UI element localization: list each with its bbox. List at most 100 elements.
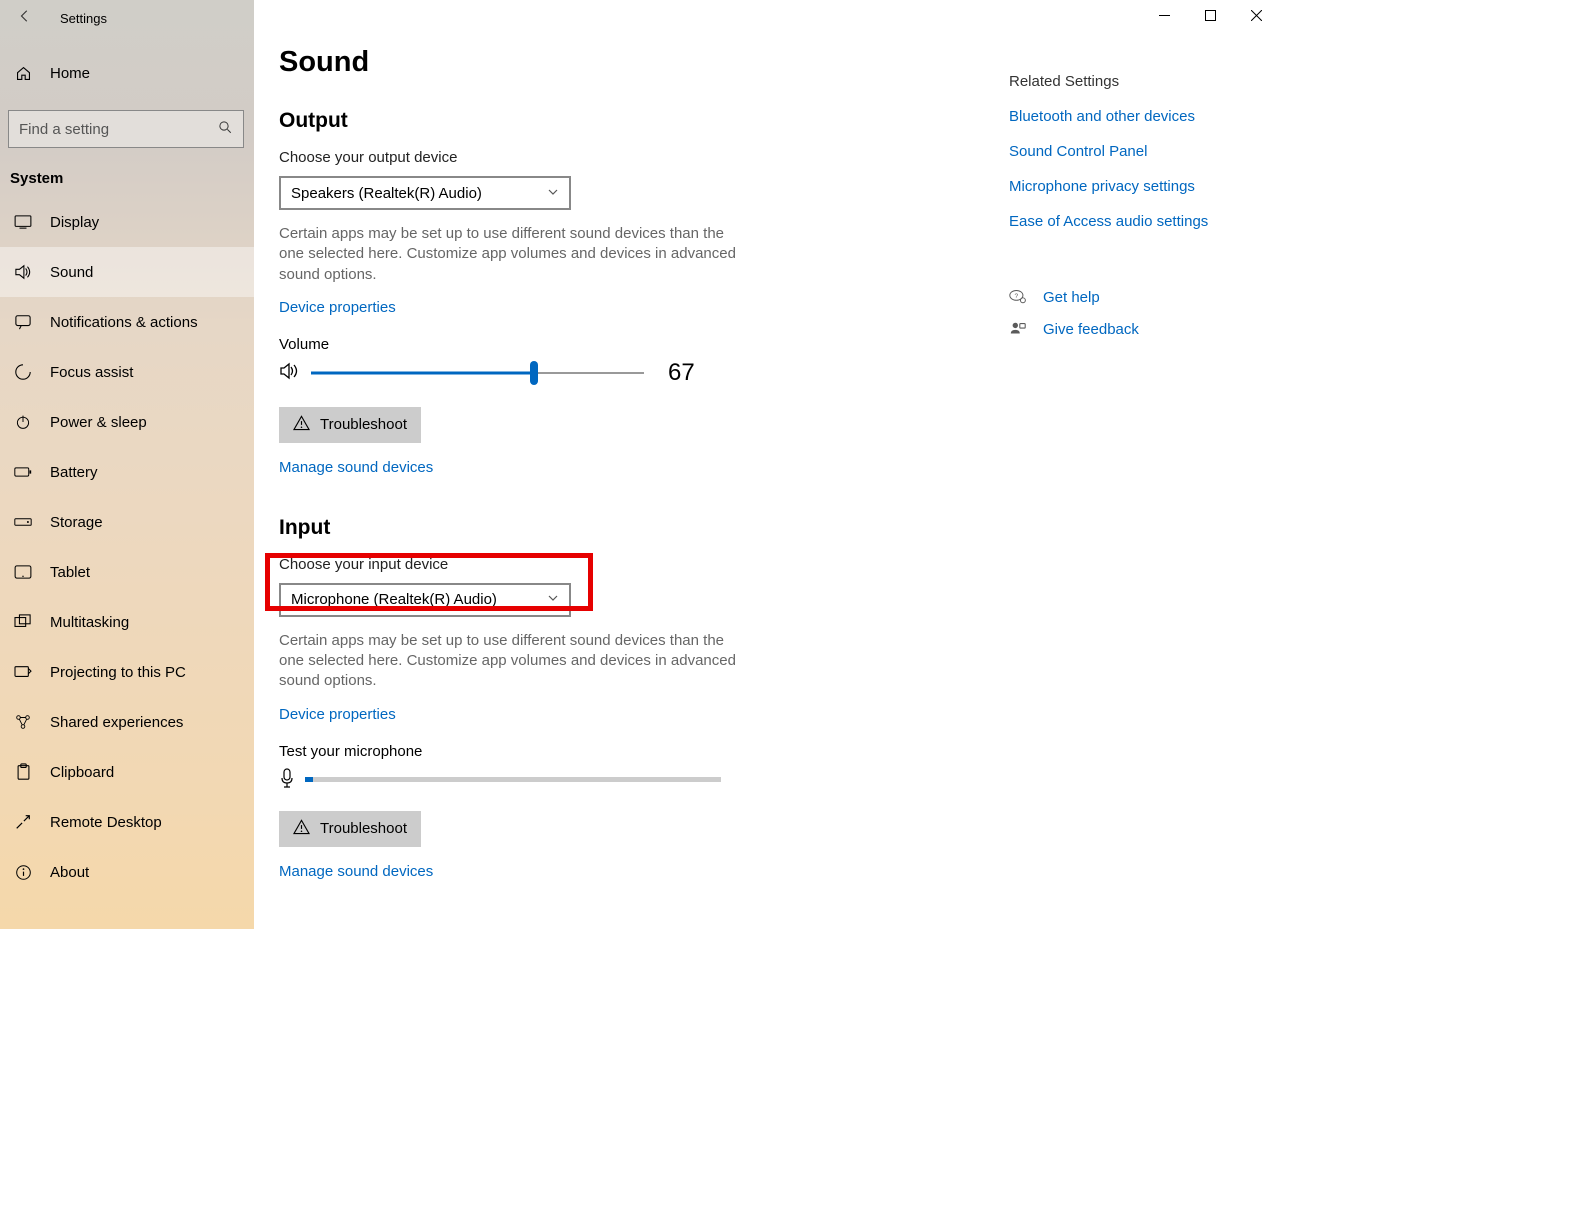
sidebar-item-sound[interactable]: Sound [0, 247, 254, 297]
input-device-value: Microphone (Realtek(R) Audio) [291, 591, 497, 608]
sidebar-item-focus-assist[interactable]: Focus assist [0, 347, 254, 397]
sidebar-item-power[interactable]: Power & sleep [0, 397, 254, 447]
sidebar-item-projecting[interactable]: Projecting to this PC [0, 647, 254, 697]
sidebar-item-label: Focus assist [50, 364, 133, 381]
volume-value: 67 [668, 359, 695, 387]
related-heading: Related Settings [1009, 73, 1279, 90]
sidebar-item-label: Multitasking [50, 614, 129, 631]
svg-text:?: ? [1015, 293, 1019, 300]
minimize-icon [1159, 10, 1170, 21]
input-troubleshoot-button[interactable]: Troubleshoot [279, 811, 421, 847]
close-icon [1251, 10, 1262, 21]
output-device-properties-link[interactable]: Device properties [279, 299, 396, 316]
sidebar-item-label: Clipboard [50, 764, 114, 781]
output-section-title: Output [279, 109, 879, 133]
output-manage-link[interactable]: Manage sound devices [279, 459, 433, 476]
sidebar-item-about[interactable]: About [0, 847, 254, 897]
volume-slider[interactable] [311, 360, 644, 386]
main-content: Sound Output Choose your output device S… [254, 0, 1279, 929]
warning-icon [293, 415, 310, 435]
sidebar-item-storage[interactable]: Storage [0, 497, 254, 547]
output-device-select[interactable]: Speakers (Realtek(R) Audio) [279, 176, 571, 210]
related-link-mic-privacy[interactable]: Microphone privacy settings [1009, 178, 1279, 195]
microphone-icon [279, 768, 295, 791]
sidebar-item-label: Battery [50, 464, 98, 481]
minimize-button[interactable] [1141, 0, 1187, 30]
battery-icon [14, 466, 32, 478]
output-troubleshoot-button[interactable]: Troubleshoot [279, 407, 421, 443]
slider-thumb[interactable] [530, 361, 538, 385]
sidebar-item-battery[interactable]: Battery [0, 447, 254, 497]
sidebar-item-label: Power & sleep [50, 414, 147, 431]
sidebar-item-label: Notifications & actions [50, 314, 198, 331]
help-icon: ? [1009, 288, 1027, 306]
about-icon [14, 864, 32, 881]
focus-icon [14, 363, 32, 381]
back-button[interactable] [18, 9, 32, 27]
input-hint: Certain apps may be set up to use differ… [279, 631, 744, 692]
feedback-icon [1009, 320, 1027, 338]
search-input[interactable] [19, 121, 218, 138]
multitasking-icon [14, 614, 32, 630]
shared-icon [14, 713, 32, 731]
sound-icon [14, 264, 32, 280]
input-device-select[interactable]: Microphone (Realtek(R) Audio) [279, 583, 571, 617]
clipboard-icon [14, 763, 32, 781]
sidebar-item-label: Sound [50, 264, 93, 281]
get-help-link[interactable]: Get help [1043, 289, 1100, 306]
sidebar-item-label: Projecting to this PC [50, 664, 186, 681]
troubleshoot-label: Troubleshoot [320, 416, 407, 433]
input-device-properties-link[interactable]: Device properties [279, 706, 396, 723]
sidebar-item-notifications[interactable]: Notifications & actions [0, 297, 254, 347]
sidebar-home-label: Home [50, 65, 90, 82]
related-settings: Related Settings Bluetooth and other dev… [1009, 20, 1279, 880]
volume-label: Volume [279, 336, 879, 353]
give-feedback-link[interactable]: Give feedback [1043, 321, 1139, 338]
sidebar-item-label: About [50, 864, 89, 881]
storage-icon [14, 517, 32, 527]
tablet-icon [14, 565, 32, 579]
warning-icon [293, 819, 310, 839]
close-button[interactable] [1233, 0, 1279, 30]
related-link-sound-cp[interactable]: Sound Control Panel [1009, 143, 1279, 160]
related-link-ease-access[interactable]: Ease of Access audio settings [1009, 213, 1279, 230]
input-section-title: Input [279, 516, 879, 540]
sidebar-item-label: Shared experiences [50, 714, 183, 731]
app-title: Settings [60, 11, 107, 26]
home-icon [14, 65, 32, 82]
output-device-value: Speakers (Realtek(R) Audio) [291, 185, 482, 202]
sidebar-nav: Display Sound Notifications & actions Fo… [0, 197, 254, 897]
sidebar-item-remote[interactable]: Remote Desktop [0, 797, 254, 847]
sidebar-item-label: Tablet [50, 564, 90, 581]
sidebar-item-tablet[interactable]: Tablet [0, 547, 254, 597]
related-link-bluetooth[interactable]: Bluetooth and other devices [1009, 108, 1279, 125]
sidebar-item-multitasking[interactable]: Multitasking [0, 597, 254, 647]
sidebar-item-label: Remote Desktop [50, 814, 162, 831]
page-title: Sound [279, 46, 879, 79]
notifications-icon [14, 314, 32, 330]
input-device-label: Choose your input device [279, 556, 879, 573]
sidebar-home[interactable]: Home [0, 50, 254, 96]
output-device-label: Choose your output device [279, 149, 879, 166]
search-box[interactable] [8, 110, 244, 148]
troubleshoot-label: Troubleshoot [320, 820, 407, 837]
sidebar-item-label: Storage [50, 514, 103, 531]
maximize-button[interactable] [1187, 0, 1233, 30]
search-icon [218, 120, 233, 139]
back-arrow-icon [18, 9, 32, 23]
projecting-icon [14, 664, 32, 680]
titlebar: Settings [0, 0, 254, 36]
sidebar-item-clipboard[interactable]: Clipboard [0, 747, 254, 797]
sidebar-item-display[interactable]: Display [0, 197, 254, 247]
volume-icon[interactable] [279, 361, 299, 384]
sidebar-item-label: Display [50, 214, 99, 231]
output-hint: Certain apps may be set up to use differ… [279, 224, 744, 285]
display-icon [14, 215, 32, 229]
chevron-down-icon [547, 185, 559, 202]
input-manage-link[interactable]: Manage sound devices [279, 863, 433, 880]
sidebar: Settings Home System Display Sound [0, 0, 254, 929]
test-mic-label: Test your microphone [279, 743, 879, 760]
chevron-down-icon [547, 591, 559, 608]
sidebar-item-shared[interactable]: Shared experiences [0, 697, 254, 747]
remote-icon [14, 813, 32, 831]
